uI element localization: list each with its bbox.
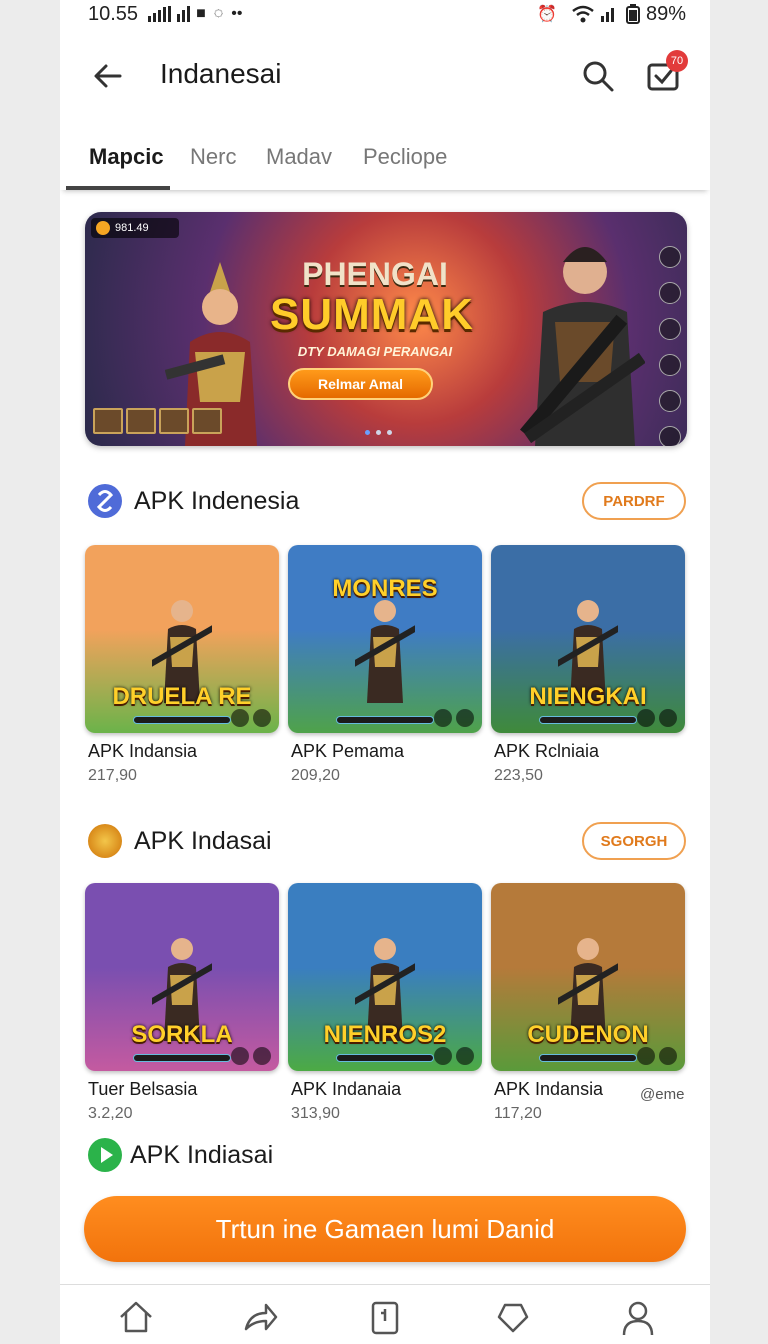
tab-nerc[interactable]: Nerc [190, 144, 236, 170]
game-card[interactable]: SORKLA Tuer Belsasia 3.2,20 [85, 883, 279, 1122]
extra-meta-label: @eme [640, 1086, 685, 1103]
game-progress-bar [133, 716, 231, 724]
section-title: APK Indiasai [130, 1141, 274, 1169]
cell-signal-icon [600, 6, 614, 22]
play-icon [88, 1138, 122, 1172]
page-title: Indanesai [160, 58, 282, 89]
search-icon[interactable] [578, 56, 618, 96]
section-action-button[interactable]: SGORGH [582, 822, 686, 860]
banner-hud-counter: 981.49 [91, 218, 179, 238]
banner-subtitle: DTY DAMAGI PERANGAI [297, 344, 453, 359]
game-name: Tuer Belsasia [88, 1079, 198, 1099]
game-card[interactable]: MONRES APK Pemama 209,20 [288, 545, 482, 784]
more-dots-icon: •• [231, 5, 243, 22]
game-name: APK Indanaia [291, 1079, 402, 1099]
game-meta: 3.2,20 [88, 1105, 133, 1122]
game-art-title: CUDENON [527, 1021, 649, 1048]
game-card-art: SORKLA [85, 883, 279, 1071]
cart-badge: 70 [666, 50, 688, 72]
game-card[interactable]: NIENROS2 APK Indanaia 313,90 [288, 883, 482, 1122]
game-progress-bar [133, 1054, 231, 1062]
game-name: APK Pemama [291, 741, 405, 761]
banner-cta-button[interactable]: Relmar Amal [288, 368, 433, 400]
alarm-icon: ⏰ [537, 6, 557, 23]
game-art-title: DRUELA RE [112, 683, 252, 710]
game-meta: 209,20 [291, 767, 340, 784]
battery-icon [625, 4, 640, 24]
section-title: APK Indasai [134, 827, 272, 855]
game-name: APK Indansia [88, 741, 198, 761]
tab-mapcic[interactable]: Mapcic [89, 144, 164, 170]
app-bar: Indanesai 70 [60, 40, 710, 110]
game-meta: 313,90 [291, 1105, 340, 1122]
signal-icon [148, 6, 172, 22]
section-logo-icon [88, 484, 122, 518]
banner-side-controls [659, 246, 681, 446]
game-card[interactable]: DRUELA RE APK Indansia 217,90 [85, 545, 279, 784]
banner-title-line2: SUMMAK [270, 290, 474, 339]
library-icon[interactable] [365, 1297, 405, 1337]
game-name: APK Indansia [494, 1079, 604, 1099]
game-card-art: CUDENON [491, 883, 685, 1071]
phone-screen: 10.55 ■ ◌ •• ⏰ 89% Indanesai 70 Mapcic N… [60, 0, 710, 1344]
banner-thumbnails [93, 408, 222, 434]
section-logo-icon [88, 824, 122, 858]
section-header-2: APK Indasai SGORGH [86, 822, 686, 862]
game-controls [434, 709, 474, 727]
game-meta: 217,90 [88, 767, 137, 784]
game-controls [231, 709, 271, 727]
game-card[interactable]: NIENGKAI APK Rclniaia 223,50 [491, 545, 685, 784]
game-controls [434, 1047, 474, 1065]
game-card-art: NIENROS2 [288, 883, 482, 1071]
status-time: 10.55 [88, 2, 139, 25]
game-art-title: MONRES [332, 575, 438, 602]
game-controls [637, 1047, 677, 1065]
game-name: APK Rclniaia [494, 741, 600, 761]
signal-icon-2 [177, 6, 191, 22]
carousel-dots[interactable] [365, 430, 392, 435]
cart-button[interactable]: 70 [644, 50, 688, 96]
notification-icon: ■ [196, 5, 206, 22]
game-card[interactable]: CUDENON APK Indansia 117,20 [491, 883, 685, 1122]
status-bar: 10.55 ■ ◌ •• ⏰ 89% [88, 0, 686, 28]
chat-icon: ◌ [213, 5, 224, 22]
banner-title-line1: PHENGAI [302, 256, 448, 292]
wifi-icon [572, 5, 594, 23]
home-icon[interactable] [116, 1297, 156, 1337]
game-progress-bar [539, 1054, 637, 1062]
game-meta: 117,20 [494, 1105, 542, 1122]
game-controls [637, 709, 677, 727]
game-art-title: NIENGKAI [529, 683, 647, 710]
banner-hero-right [520, 247, 645, 446]
game-meta: 223,50 [494, 767, 543, 784]
profile-icon[interactable] [618, 1297, 658, 1337]
share-icon[interactable] [240, 1297, 280, 1337]
game-progress-bar [539, 716, 637, 724]
game-controls [231, 1047, 271, 1065]
section-action-button[interactable]: PARDRF [582, 482, 686, 520]
primary-cta-button[interactable]: Trtun ine Gamaen lumi Danid [84, 1196, 686, 1262]
game-card-art: NIENGKAI [491, 545, 685, 733]
section-title: APK Indenesia [134, 487, 300, 515]
section-header-3: APK Indiasai [86, 1136, 686, 1176]
tab-pecliope[interactable]: Pecliope [363, 144, 447, 170]
game-art-title: SORKLA [131, 1021, 233, 1048]
game-character-figure [355, 600, 415, 703]
section-header-1: APK Indenesia PARDRF [86, 482, 686, 522]
featured-banner[interactable]: 981.49 PHENGAI SUMMAK DTY DAMAGI PERANGA… [85, 212, 687, 446]
game-art-title: NIENROS2 [323, 1021, 447, 1048]
tab-indicator [66, 186, 170, 190]
game-card-art: MONRES [288, 545, 482, 733]
battery-level: 89% [645, 2, 686, 25]
game-progress-bar [336, 716, 434, 724]
back-arrow-icon[interactable] [90, 58, 126, 94]
game-card-art: DRUELA RE [85, 545, 279, 733]
bottom-navigation [60, 1284, 710, 1344]
category-tabs: Mapcic Nerc Madav Pecliope [60, 130, 710, 190]
tab-madav[interactable]: Madav [266, 144, 332, 170]
favorites-icon[interactable] [493, 1297, 533, 1337]
game-progress-bar [336, 1054, 434, 1062]
